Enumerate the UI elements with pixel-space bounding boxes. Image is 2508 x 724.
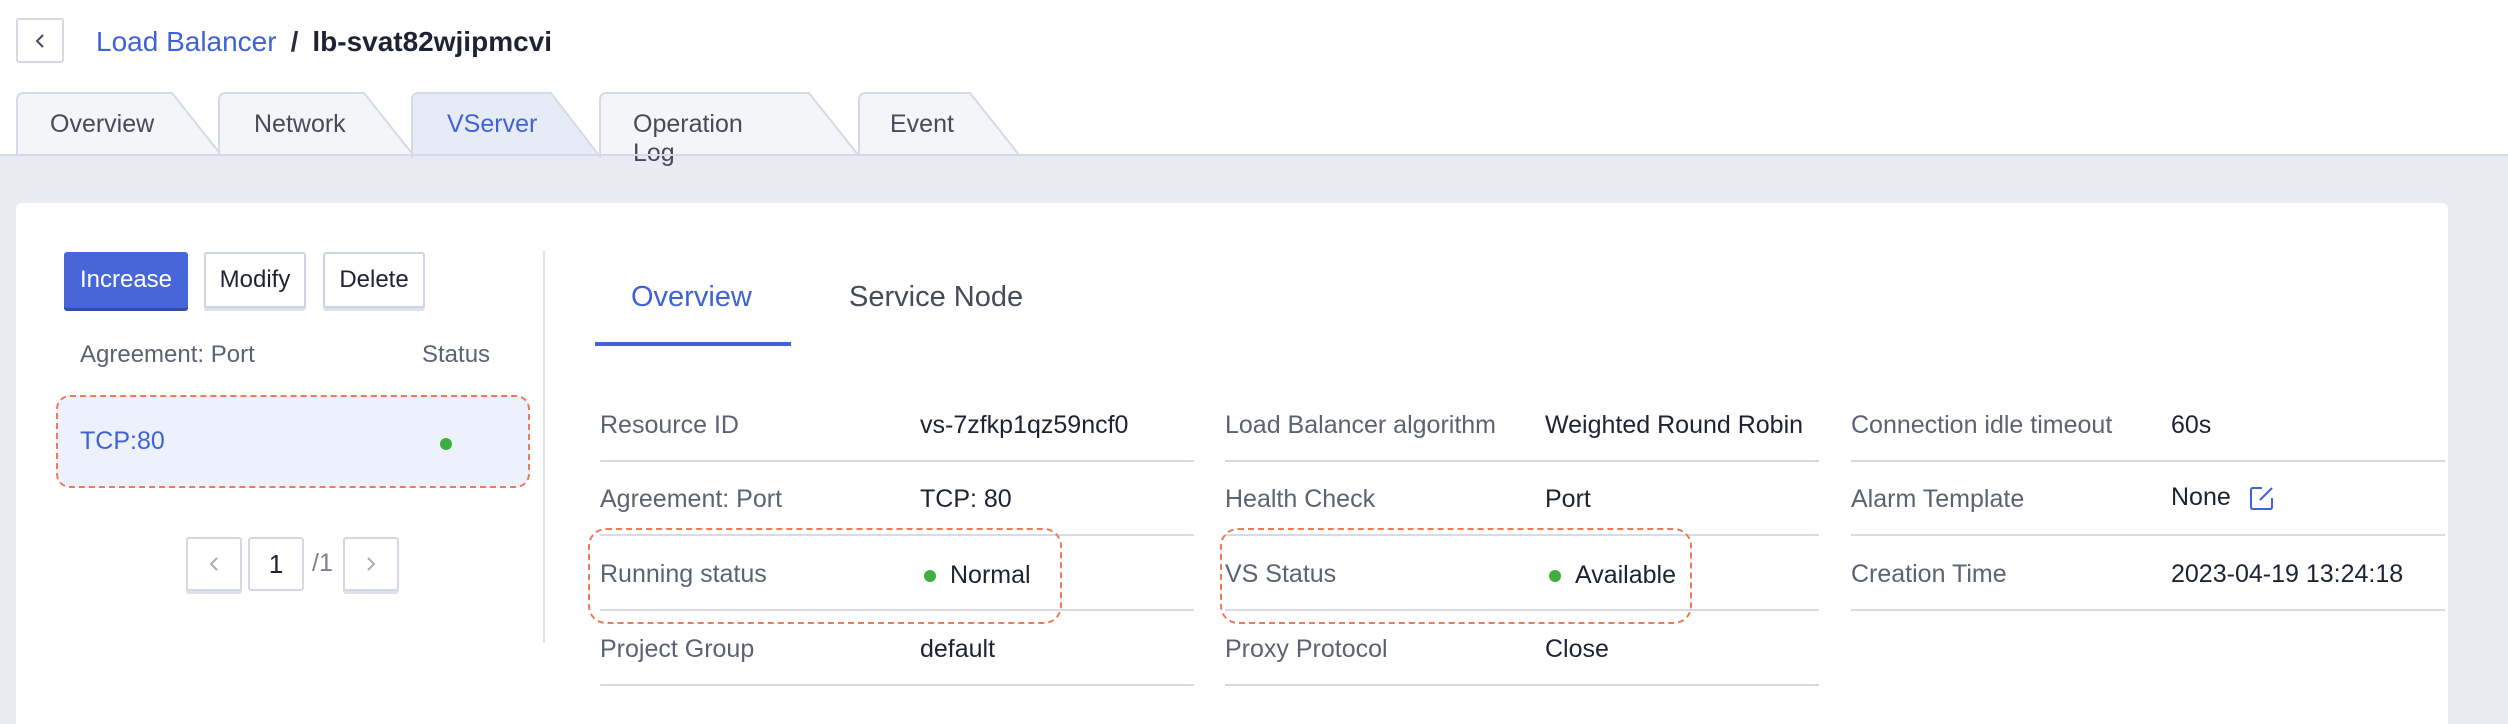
inner-tab-overview[interactable]: Overview	[631, 281, 752, 314]
breadcrumb-load-balancer-link[interactable]: Load Balancer	[96, 26, 277, 58]
project-group-value: default	[920, 635, 996, 663]
list-header-port: Agreement: Port	[80, 341, 255, 368]
row-divider	[1851, 609, 2445, 611]
next-page-button[interactable]	[343, 537, 399, 591]
row-divider	[600, 684, 1194, 686]
status-dot	[440, 438, 452, 450]
tab-bar-divider	[0, 154, 2508, 156]
chevron-left-icon	[209, 557, 218, 571]
vserver-panel: Increase Modify Delete Agreement: Port S…	[16, 203, 2448, 724]
running-status-highlight	[588, 528, 1062, 624]
alarm-template-value: None	[2171, 483, 2275, 512]
page-header: Load Balancer / lb-svat82wjipmcvi Overvi…	[0, 0, 2508, 167]
list-header-status: Status	[422, 341, 491, 368]
resource-id-value: vs-7zfkp1qz59ncf0	[920, 411, 1129, 439]
inner-tab-service-node[interactable]: Service Node	[849, 281, 1023, 314]
list-item-port: TCP:80	[80, 427, 165, 455]
active-tab-indicator	[595, 342, 791, 346]
creation-time-label: Creation Time	[1851, 560, 2007, 588]
page-total: /1	[312, 549, 333, 577]
row-divider	[1851, 534, 2445, 536]
alarm-template-label: Alarm Template	[1851, 485, 2025, 513]
alarm-template-text: None	[2171, 483, 2231, 511]
health-check-label: Health Check	[1225, 485, 1376, 513]
vs-status-highlight	[1220, 528, 1692, 624]
row-divider	[1851, 460, 2445, 462]
lb-algorithm-label: Load Balancer algorithm	[1225, 411, 1496, 439]
list-item[interactable]: TCP:80	[56, 395, 530, 488]
page-number-input[interactable]: 1	[248, 537, 304, 591]
edit-icon[interactable]	[2249, 485, 2275, 511]
modify-button[interactable]: Modify	[204, 252, 306, 308]
resource-id-label: Resource ID	[600, 411, 739, 439]
tab-operation-log-label: Operation Log	[633, 110, 743, 167]
row-divider	[1225, 684, 1819, 686]
project-group-label: Project Group	[600, 635, 755, 663]
prev-page-button[interactable]	[186, 537, 242, 591]
creation-time-value: 2023-04-19 13:24:18	[2171, 560, 2404, 588]
agreement-port-value: TCP: 80	[920, 485, 1012, 513]
increase-button[interactable]: Increase	[64, 252, 188, 308]
panel-divider	[543, 251, 545, 643]
delete-button[interactable]: Delete	[323, 252, 425, 308]
page-title: lb-svat82wjipmcvi	[312, 26, 553, 57]
tab-vserver-label: VServer	[447, 110, 538, 138]
idle-timeout-value: 60s	[2171, 411, 2212, 439]
proxy-protocol-label: Proxy Protocol	[1225, 635, 1388, 663]
chevron-right-icon	[367, 557, 376, 571]
tab-event-label: Event	[890, 110, 954, 138]
lb-algorithm-value: Weighted Round Robin	[1545, 411, 1804, 439]
row-divider	[1225, 460, 1819, 462]
breadcrumb: Load Balancer / lb-svat82wjipmcvi	[96, 22, 552, 62]
tab-bar: Overview Network VServer Operation Log E…	[0, 92, 2508, 167]
row-divider	[600, 460, 1194, 462]
idle-timeout-label: Connection idle timeout	[1851, 411, 2113, 439]
back-button[interactable]	[16, 18, 64, 63]
health-check-value: Port	[1545, 485, 1591, 513]
tab-overview-label: Overview	[50, 110, 155, 138]
agreement-port-label: Agreement: Port	[600, 485, 783, 513]
proxy-protocol-value: Close	[1545, 635, 1609, 663]
tab-network-label: Network	[254, 110, 346, 138]
chevron-left-icon	[35, 33, 44, 48]
breadcrumb-separator: /	[290, 26, 299, 57]
